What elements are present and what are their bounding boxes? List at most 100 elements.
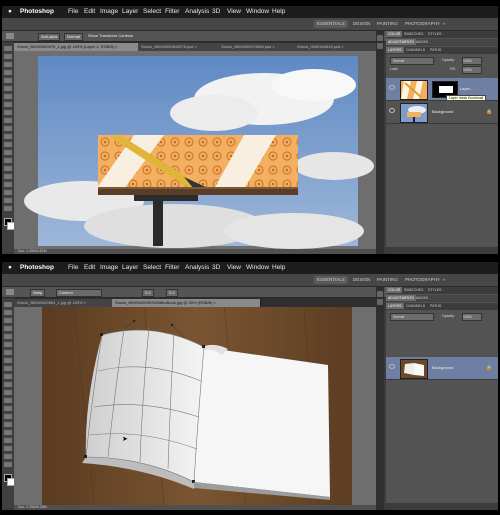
clone-stamp-tool-icon[interactable] [4, 110, 12, 115]
tab-document-active[interactable]: Shock_B0000000975_1.jpg @ 100% (Layer 1,… [14, 43, 139, 51]
dodge-tool-icon[interactable] [4, 406, 12, 411]
blend-mode-select[interactable]: Normal [390, 57, 434, 65]
eye-icon[interactable] [389, 85, 395, 90]
menu-analysis[interactable]: Analysis [185, 262, 209, 274]
healing-tool-icon[interactable] [4, 350, 12, 355]
menu-view[interactable]: View [227, 262, 241, 274]
opacity-field[interactable]: 100% [462, 313, 482, 321]
history-brush-tool-icon[interactable] [4, 118, 12, 123]
hand-tool-icon[interactable] [4, 198, 12, 203]
menu-file[interactable]: File [68, 6, 78, 18]
tab-adjustments[interactable]: ADJUSTMENTS [386, 39, 416, 45]
app-menu[interactable]: Photoshop [20, 6, 54, 18]
history-icon[interactable] [377, 291, 383, 297]
canvas-area[interactable]: ➤ [14, 307, 376, 505]
layer-name[interactable]: Background [432, 109, 453, 114]
menu-image[interactable]: Image [100, 6, 118, 18]
workspace-essentials[interactable]: ESSENTIALS [314, 276, 348, 284]
tab-document[interactable]: Shock_B0000000964_1.jpg @ 100% × [14, 299, 117, 307]
shape-tool-icon[interactable] [4, 438, 12, 443]
tab-document[interactable]: Shock_B0000000840576.psd × [138, 43, 223, 51]
fill-field[interactable]: 100% [462, 66, 482, 74]
properties-icon[interactable] [377, 43, 383, 49]
properties-icon[interactable] [377, 299, 383, 305]
tab-color[interactable]: COLOR [386, 287, 403, 293]
menu-3d[interactable]: 3D [212, 6, 220, 18]
tool-preset-icon[interactable] [6, 33, 14, 39]
menu-filter[interactable]: Filter [165, 6, 179, 18]
marquee-tool-icon[interactable] [4, 54, 12, 59]
eye-icon[interactable] [389, 364, 395, 369]
move-tool-icon[interactable] [4, 46, 12, 51]
zoom-tool-icon[interactable] [4, 462, 12, 467]
gradient-tool-icon[interactable] [4, 134, 12, 139]
crop-tool-icon[interactable] [4, 78, 12, 83]
workspace-photography[interactable]: PHOTOGRAPHY [402, 276, 443, 284]
transform-controls-checkbox[interactable]: Show Transform Controls [86, 33, 135, 39]
3d-tool-icon[interactable] [4, 190, 12, 195]
brush-tool-icon[interactable] [4, 102, 12, 107]
hand-tool-icon[interactable] [4, 454, 12, 459]
move-tool-icon[interactable] [4, 302, 12, 307]
lasso-tool-icon[interactable] [4, 62, 12, 67]
menu-3d[interactable]: 3D [212, 262, 220, 274]
marquee-tool-icon[interactable] [4, 310, 12, 315]
tab-styles[interactable]: STYLES [426, 31, 443, 37]
history-brush-tool-icon[interactable] [4, 374, 12, 379]
menu-edit[interactable]: Edit [84, 262, 95, 274]
layer-thumbnail[interactable] [400, 359, 428, 379]
workspace-more[interactable]: » [440, 276, 449, 284]
history-icon[interactable] [377, 35, 383, 41]
pen-tool-icon[interactable] [4, 414, 12, 419]
workspace-essentials[interactable]: ESSENTIALS [314, 20, 348, 28]
pen-tool-icon[interactable] [4, 158, 12, 163]
menu-analysis[interactable]: Analysis [185, 6, 209, 18]
menu-help[interactable]: Help [272, 6, 285, 18]
style-select[interactable]: Normal [64, 33, 83, 41]
type-tool-icon[interactable] [4, 422, 12, 427]
tab-swatches[interactable]: SWATCHES [402, 287, 425, 293]
blur-tool-icon[interactable] [4, 142, 12, 147]
tab-document[interactable]: Shock_B000000074086.psd × [218, 43, 299, 51]
tab-layers[interactable]: LAYERS [386, 303, 404, 309]
menu-help[interactable]: Help [272, 262, 285, 274]
warp-preset-select[interactable]: Custom [56, 289, 102, 297]
layer-row[interactable]: Layer... Layer mask thumbnail [386, 78, 498, 101]
gradient-tool-icon[interactable] [4, 390, 12, 395]
tab-channels[interactable]: CHANNELS [404, 47, 427, 53]
lasso-tool-icon[interactable] [4, 318, 12, 323]
layer-thumbnail[interactable] [400, 103, 428, 123]
tool-preset-icon[interactable] [6, 289, 14, 295]
brush-tool-icon[interactable] [4, 358, 12, 363]
tab-adjustments[interactable]: ADJUSTMENTS [386, 295, 416, 301]
layer-row[interactable]: Background 🔒 [386, 101, 498, 124]
path-select-tool-icon[interactable] [4, 174, 12, 179]
blend-mode-select[interactable]: Normal [390, 313, 434, 321]
blur-tool-icon[interactable] [4, 398, 12, 403]
apple-icon[interactable]: ● [8, 6, 12, 18]
tab-color[interactable]: COLOR [386, 31, 403, 37]
workspace-design[interactable]: DESIGN [350, 20, 373, 28]
menu-select[interactable]: Select [143, 6, 161, 18]
tab-channels[interactable]: CHANNELS [404, 303, 427, 309]
zoom-tool-icon[interactable] [4, 206, 12, 211]
clone-stamp-tool-icon[interactable] [4, 366, 12, 371]
apple-icon[interactable]: ● [8, 262, 12, 274]
tab-masks[interactable]: MASKS [414, 39, 430, 45]
3d-tool-icon[interactable] [4, 446, 12, 451]
path-select-tool-icon[interactable] [4, 430, 12, 435]
quick-select-tool-icon[interactable] [4, 70, 12, 75]
tab-document[interactable]: Shock_0000164519.psd × [294, 43, 379, 51]
canvas-area[interactable] [14, 51, 376, 249]
quick-select-tool-icon[interactable] [4, 326, 12, 331]
menu-image[interactable]: Image [100, 262, 118, 274]
menu-layer[interactable]: Layer [122, 6, 138, 18]
eyedropper-tool-icon[interactable] [4, 342, 12, 347]
shape-tool-icon[interactable] [4, 182, 12, 187]
antialias-option[interactable]: Anti-alias [38, 33, 61, 41]
menu-select[interactable]: Select [143, 262, 161, 274]
workspace-painting[interactable]: PAINTING [374, 20, 401, 28]
tab-layers[interactable]: LAYERS [386, 47, 404, 53]
eye-icon[interactable] [389, 108, 395, 113]
tab-masks[interactable]: MASKS [414, 295, 430, 301]
